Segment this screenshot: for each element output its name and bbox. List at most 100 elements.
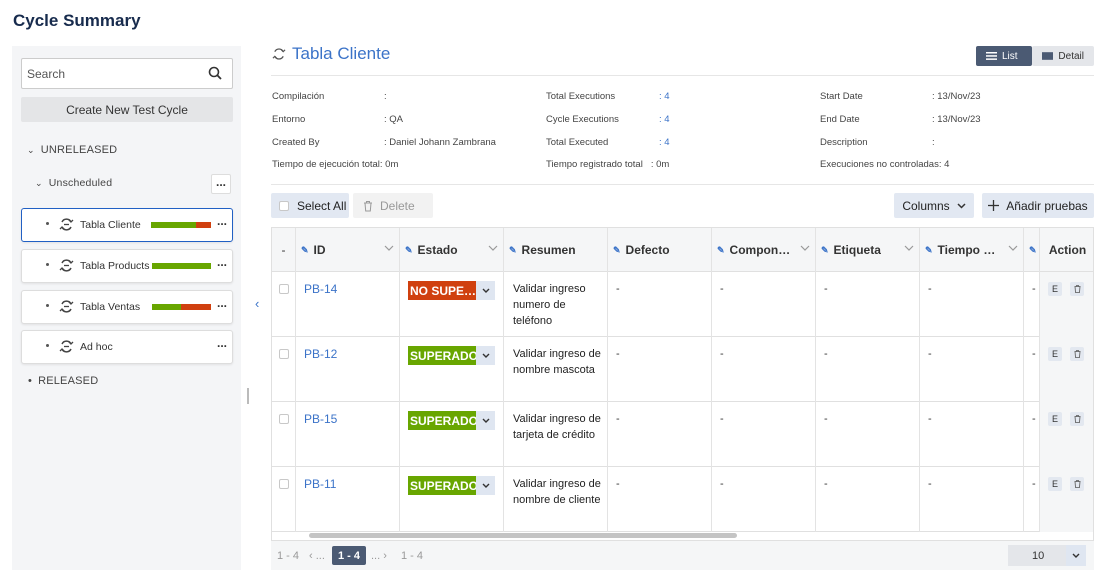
current-page-button[interactable]: 1 - 4: [332, 546, 366, 565]
prev-page-button[interactable]: ‹ ...: [309, 550, 325, 562]
more-icon[interactable]: ...: [217, 255, 227, 269]
more-icon[interactable]: ...: [217, 214, 227, 228]
trash-icon: [1074, 350, 1080, 358]
defecto-column-header[interactable]: ✎ Defecto: [608, 228, 712, 272]
released-toggle[interactable]: • RELEASED: [28, 375, 98, 387]
pin-icon: ✎: [301, 244, 309, 255]
sort-column-header[interactable]: -: [272, 228, 296, 272]
status-select[interactable]: SUPERADO: [408, 476, 495, 495]
per-page-select[interactable]: 10: [1008, 545, 1072, 566]
description-value: :: [932, 137, 935, 148]
row-checkbox[interactable]: [279, 414, 289, 424]
total-executed-label: Total Executed: [546, 137, 609, 148]
extra-column-header[interactable]: ✎: [1024, 228, 1040, 272]
id-link[interactable]: PB-12: [304, 347, 337, 361]
checkbox[interactable]: [279, 200, 289, 211]
chevron-down-icon[interactable]: [476, 281, 495, 300]
total-executed-value[interactable]: : 4: [659, 137, 670, 148]
unscheduled-more-button[interactable]: ...: [211, 174, 231, 194]
trash-icon: [1074, 415, 1080, 423]
collapse-sidebar-icon[interactable]: ‹: [255, 296, 259, 311]
create-test-cycle-button[interactable]: Create New Test Cycle: [21, 97, 233, 122]
list-view-button[interactable]: List: [976, 46, 1032, 66]
select-all-button[interactable]: Select All: [271, 193, 349, 218]
etiqueta-column-header[interactable]: ✎ Etiqueta: [816, 228, 920, 272]
horizontal-scrollbar[interactable]: [309, 533, 737, 538]
resize-handle[interactable]: [247, 388, 249, 404]
add-tests-button[interactable]: Añadir pruebas: [982, 193, 1094, 218]
search-icon[interactable]: [208, 66, 222, 80]
componente-value: -: [720, 478, 724, 490]
unscheduled-toggle[interactable]: ⌄ Unscheduled: [35, 177, 112, 189]
next-page-button[interactable]: ... ›: [371, 550, 387, 562]
estado-column-header[interactable]: ✎ Estado: [400, 228, 504, 272]
componente-column-header[interactable]: ✎ Compon…: [712, 228, 816, 272]
delete-button[interactable]: Delete: [353, 193, 433, 218]
compilacion-value: :: [384, 91, 387, 102]
tiempo-registrado-value: : 0m: [650, 159, 670, 170]
row-select-cell: [272, 272, 296, 337]
cycle-label: Ad hoc: [80, 341, 113, 353]
chevron-down-icon: [957, 202, 966, 209]
edit-button[interactable]: E: [1048, 412, 1062, 426]
resumen-text: Validar ingreso de tarjeta de crédito: [513, 413, 601, 441]
status-select[interactable]: SUPERADO: [408, 411, 495, 430]
defecto-value: -: [616, 478, 620, 490]
chevron-down-icon[interactable]: [476, 476, 495, 495]
id-link[interactable]: PB-14: [304, 282, 337, 296]
unreleased-toggle[interactable]: ⌄ UNRELEASED: [27, 144, 117, 156]
chevron-down-icon: ⌄: [27, 145, 35, 155]
cycle-item-tabla-products[interactable]: Tabla Products ...: [21, 249, 233, 283]
defecto-value: -: [616, 413, 620, 425]
resumen-column-header[interactable]: ✎ Resumen: [504, 228, 608, 272]
divider: [271, 75, 1094, 76]
action-cell: E: [1040, 402, 1093, 467]
delete-row-button[interactable]: [1070, 347, 1084, 361]
more-icon[interactable]: ...: [217, 296, 227, 310]
id-cell: PB-14: [296, 272, 400, 337]
id-link[interactable]: PB-11: [304, 477, 336, 491]
delete-row-button[interactable]: [1070, 477, 1084, 491]
chevron-down-icon[interactable]: [488, 243, 498, 253]
chevron-down-icon[interactable]: [1066, 545, 1086, 566]
chevron-down-icon[interactable]: [800, 243, 810, 253]
total-executions-value[interactable]: : 4: [659, 91, 670, 102]
chevron-down-icon[interactable]: [1008, 243, 1018, 253]
id-link[interactable]: PB-15: [304, 412, 337, 426]
status-select[interactable]: SUPERADO: [408, 346, 495, 365]
row-checkbox[interactable]: [279, 479, 289, 489]
edit-button[interactable]: E: [1048, 477, 1062, 491]
cycle-item-tabla-ventas[interactable]: Tabla Ventas ...: [21, 290, 233, 324]
chevron-down-icon[interactable]: [476, 346, 495, 365]
cycle-executions-value[interactable]: : 4: [659, 114, 670, 125]
tiempo-value: -: [928, 283, 932, 295]
row-checkbox[interactable]: [279, 349, 289, 359]
edit-button[interactable]: E: [1048, 347, 1062, 361]
plus-icon: [988, 200, 1000, 211]
chevron-down-icon[interactable]: [384, 243, 394, 253]
id-cell: PB-15: [296, 402, 400, 467]
status-badge: SUPERADO: [408, 476, 476, 495]
chevron-down-icon[interactable]: [476, 411, 495, 430]
delete-row-button[interactable]: [1070, 282, 1084, 296]
page-title: Cycle Summary: [13, 11, 141, 30]
search-input[interactable]: [22, 59, 192, 88]
delete-row-button[interactable]: [1070, 412, 1084, 426]
pin-icon: ✎: [717, 244, 725, 255]
detail-view-button[interactable]: Detail: [1032, 46, 1094, 66]
row-checkbox[interactable]: [279, 284, 289, 294]
status-select[interactable]: NO SUPE…: [408, 281, 495, 300]
cycle-item-tabla-cliente[interactable]: Tabla Cliente ...: [21, 208, 233, 242]
columns-button[interactable]: Columns: [894, 193, 974, 218]
id-column-header[interactable]: ✎ ID: [296, 228, 400, 272]
extra-value: -: [1032, 283, 1036, 295]
more-icon[interactable]: ...: [217, 336, 227, 350]
edit-button[interactable]: E: [1048, 282, 1062, 296]
etiqueta-value: -: [824, 413, 828, 425]
resumen-cell: Validar ingreso de tarjeta de crédito: [504, 402, 608, 467]
cycle-item-ad-hoc[interactable]: Ad hoc ...: [21, 330, 233, 364]
pin-icon: ✎: [821, 244, 829, 255]
tiempo-column-header[interactable]: ✎ Tiempo …: [920, 228, 1024, 272]
chevron-down-icon[interactable]: [904, 243, 914, 253]
etiqueta-cell: -: [816, 337, 920, 402]
